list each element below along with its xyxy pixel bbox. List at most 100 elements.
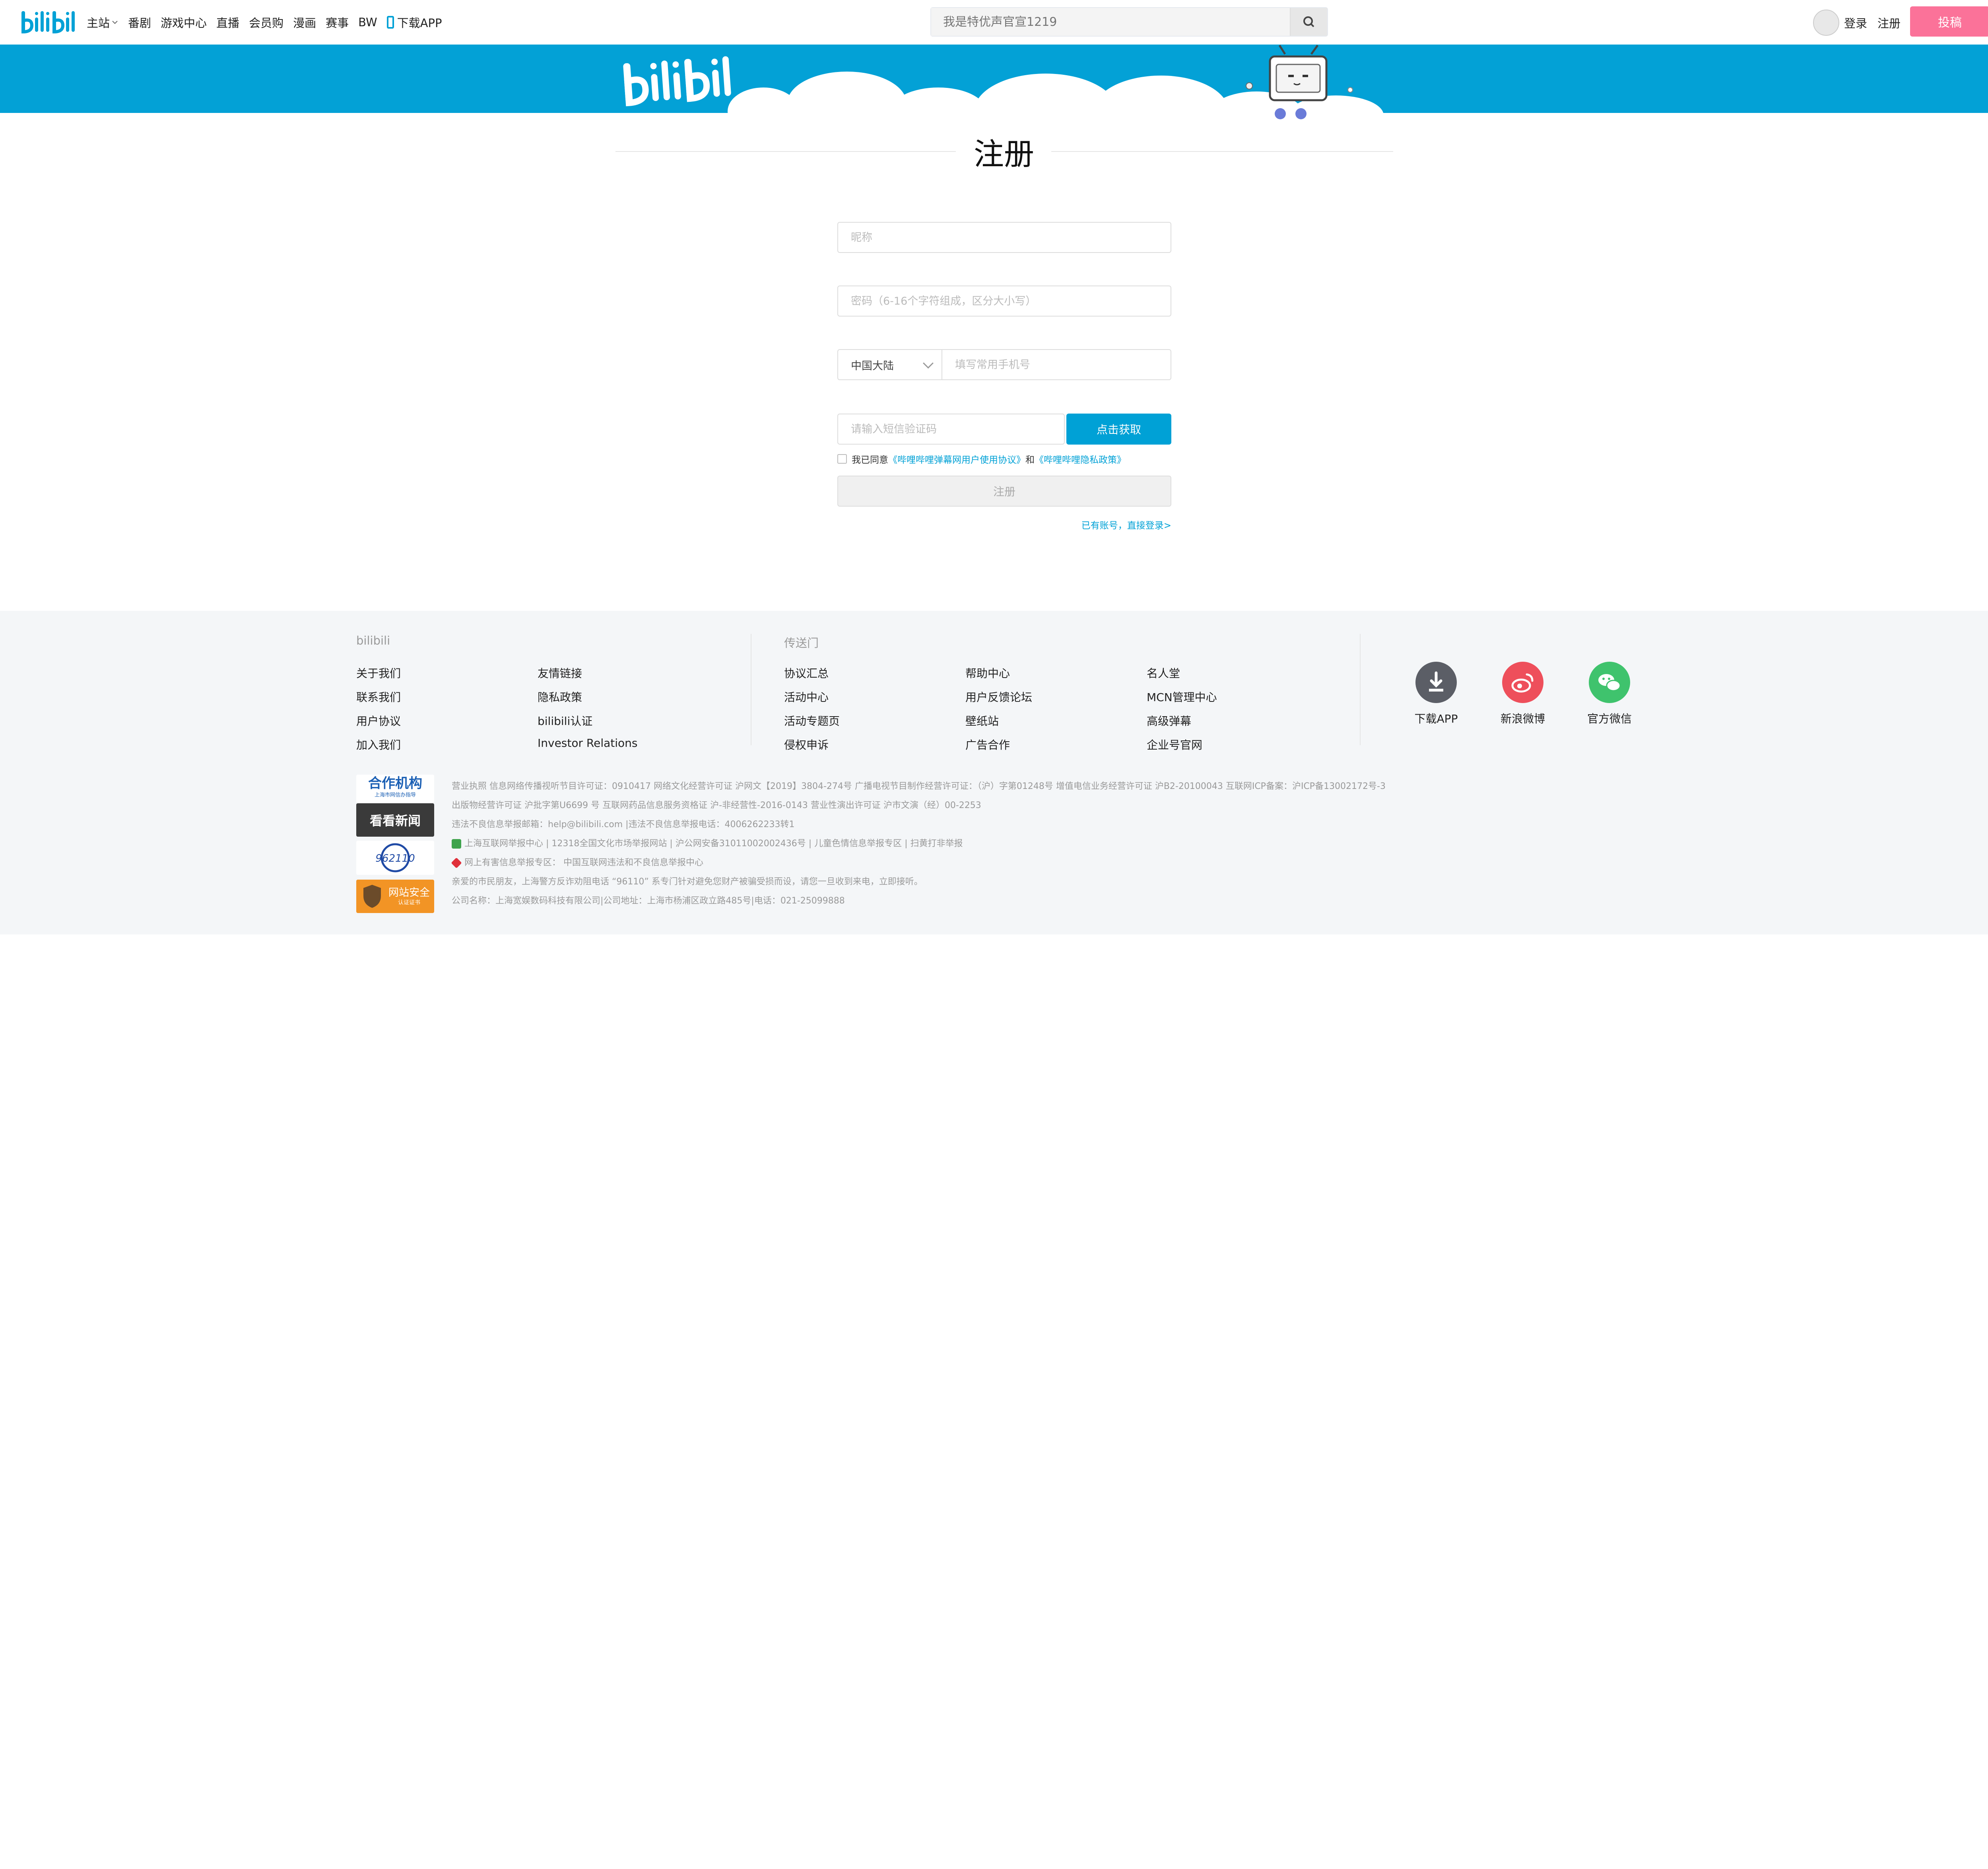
agree-checkbox[interactable] <box>837 454 847 464</box>
shield-icon <box>363 885 381 908</box>
privacy-policy-link[interactable]: 《哔哩哔哩隐私政策》 <box>1035 452 1126 466</box>
report-center-icon <box>452 839 461 849</box>
register-link[interactable]: 注册 <box>1877 14 1901 31</box>
agree-prefix: 我已同意 <box>852 455 888 465</box>
badge-title: 合作机构 <box>368 775 422 791</box>
legal-text: 网上有害信息举报专区： 中国互联网违法和不良信息举报中心 <box>464 858 703 868</box>
nav-item-download-app[interactable]: 下载APP <box>386 14 442 31</box>
search-input[interactable] <box>931 8 1291 36</box>
footer-link[interactable]: 活动专题页 <box>784 713 840 729</box>
chevron-down-icon <box>112 21 118 24</box>
social-label: 官方微信 <box>1587 712 1632 725</box>
footer-link[interactable]: 企业号官网 <box>1147 736 1202 752</box>
police-badge-icon: 962110 <box>375 843 415 872</box>
footer-link[interactable]: 侵权申诉 <box>784 736 829 752</box>
avatar[interactable] <box>1813 10 1839 36</box>
footer-link[interactable]: bilibili认证 <box>538 713 592 729</box>
legal-line: 亲爱的市民朋友，上海警方反诈劝阻电话 “96110” 系专门针对避免您财产被骗受… <box>452 877 923 887</box>
nav-item-member-shop[interactable]: 会员购 <box>249 14 283 31</box>
chevron-down-icon <box>923 358 934 369</box>
partner-org-badge[interactable]: 合作机构 上海市网信办指导 <box>356 775 434 803</box>
footer-link[interactable]: 联系我们 <box>356 689 401 705</box>
bilibili-logo[interactable] <box>19 7 79 36</box>
page-title: 注册 <box>974 136 1034 172</box>
agree-and: 和 <box>1025 455 1035 465</box>
footer-link[interactable]: 加入我们 <box>356 736 401 752</box>
legal-text: 上海互联网举报中心 | 12318全国文化市场举报网站 | 沪公网安备31011… <box>464 839 963 849</box>
legal-line: 违法不良信息举报邮箱：help@bilibili.com |违法不良信息举报电话… <box>452 820 795 830</box>
search-box <box>930 7 1328 37</box>
password-field <box>837 286 1171 317</box>
password-input[interactable] <box>838 286 1171 316</box>
legal-line: 营业执照 信息网络传播视听节目许可证：0910417 网络文化经营许可证 沪网文… <box>452 781 1386 791</box>
footer-link[interactable]: 隐私政策 <box>538 689 582 705</box>
footer-link[interactable]: 高级弹幕 <box>1147 713 1191 729</box>
sms-code-input[interactable] <box>838 414 1064 444</box>
nav-label: 下载APP <box>397 16 442 30</box>
agreement-row: 我已同意 《哔哩哔哩弹幕网用户使用协议》 和 《哔哩哔哩隐私政策》 <box>837 452 1126 466</box>
footer-link[interactable]: 友情链接 <box>538 665 582 681</box>
footer-link[interactable]: 协议汇总 <box>784 665 829 681</box>
weibo-icon <box>1511 673 1534 693</box>
badge-subtitle: 上海市网信办指导 <box>374 792 416 798</box>
nav-item-esports[interactable]: 赛事 <box>326 14 349 31</box>
top-nav: 主站 番剧 游戏中心 直播 会员购 漫画 赛事 BW 下载APP 登录 注册 投… <box>0 0 1988 45</box>
footer-link[interactable]: MCN管理中心 <box>1147 689 1217 705</box>
kankan-news-badge[interactable]: 看看新闻 <box>356 803 434 837</box>
title-divider-right <box>1051 151 1393 152</box>
footer-link[interactable]: 用户协议 <box>356 713 401 729</box>
footer-col1-title: bilibili <box>356 634 390 647</box>
legal-line: 出版物经营许可证 沪批字第U6699 号 互联网药品信息服务资格证 沪-非经营性… <box>452 800 981 810</box>
register-submit-button[interactable]: 注册 <box>837 476 1171 507</box>
phone-icon <box>386 16 394 29</box>
nav-label: 主站 <box>87 16 110 30</box>
nav-item-live[interactable]: 直播 <box>216 14 239 31</box>
badge-title: 看看新闻 <box>369 813 421 828</box>
phone-field: 中国大陆 <box>837 349 1171 380</box>
title-divider-left <box>615 151 956 152</box>
police-962110-badge[interactable]: 962110 <box>356 841 434 875</box>
legal-line: 公司名称：上海宽娱数码科技有限公司|公司地址：上海市杨浦区政立路485号|电话：… <box>452 896 845 906</box>
social-label: 下载APP <box>1414 712 1458 725</box>
nav-item-bangumi[interactable]: 番剧 <box>128 14 151 31</box>
upload-button[interactable]: 投稿 <box>1910 6 1988 37</box>
nav-item-manga[interactable]: 漫画 <box>293 14 316 31</box>
weibo-social[interactable] <box>1502 662 1543 703</box>
login-link[interactable]: 登录 <box>1844 14 1867 31</box>
site-security-badge[interactable]: 网站安全 认证证书 <box>356 880 434 913</box>
nav-item-bw[interactable]: BW <box>358 16 377 29</box>
legal-line-report: 上海互联网举报中心 | 12318全国文化市场举报网站 | 沪公网安备31011… <box>452 837 963 850</box>
go-login-link[interactable]: 已有账号，直接登录> <box>1050 518 1171 531</box>
footer-link[interactable]: 活动中心 <box>784 689 829 705</box>
footer-link[interactable]: 广告合作 <box>965 736 1010 752</box>
footer-link[interactable]: Investor Relations <box>538 736 638 750</box>
badge-subtitle: 认证证书 <box>398 900 420 906</box>
nav-item-main[interactable]: 主站 <box>87 14 118 31</box>
footer-link[interactable]: 壁纸站 <box>965 713 999 729</box>
footer-link[interactable]: 名人堂 <box>1147 665 1180 681</box>
sms-code-field <box>837 414 1065 445</box>
report-diamond-icon <box>451 857 462 868</box>
search-button[interactable] <box>1290 8 1327 36</box>
phone-input[interactable] <box>942 350 1171 379</box>
search-icon <box>1303 16 1314 27</box>
footer-link[interactable]: 关于我们 <box>356 665 401 681</box>
tv-mascot-illustration <box>1246 45 1353 119</box>
nickname-input[interactable] <box>838 223 1171 252</box>
legal-line-harmful: 网上有害信息举报专区： 中国互联网违法和不良信息举报中心 <box>451 857 703 869</box>
country-select[interactable]: 中国大陆 <box>838 350 942 379</box>
get-code-button[interactable]: 点击获取 <box>1066 414 1171 445</box>
footer-link[interactable]: 帮助中心 <box>965 665 1010 681</box>
download-icon <box>1429 671 1443 692</box>
country-label: 中国大陆 <box>851 359 894 372</box>
nickname-field <box>837 222 1171 253</box>
user-agreement-link[interactable]: 《哔哩哔哩弹幕网用户使用协议》 <box>888 452 1025 466</box>
nav-item-game-center[interactable]: 游戏中心 <box>161 14 207 31</box>
badge-text: 962110 <box>375 853 415 865</box>
footer: bilibili 关于我们 联系我们 用户协议 加入我们 友情链接 隐私政策 b… <box>0 611 1988 934</box>
wechat-social[interactable] <box>1589 662 1630 703</box>
download-app-social[interactable] <box>1415 662 1457 703</box>
social-label: 新浪微博 <box>1500 712 1545 725</box>
badge-title: 网站安全 <box>388 887 430 899</box>
footer-link[interactable]: 用户反馈论坛 <box>965 689 1032 705</box>
